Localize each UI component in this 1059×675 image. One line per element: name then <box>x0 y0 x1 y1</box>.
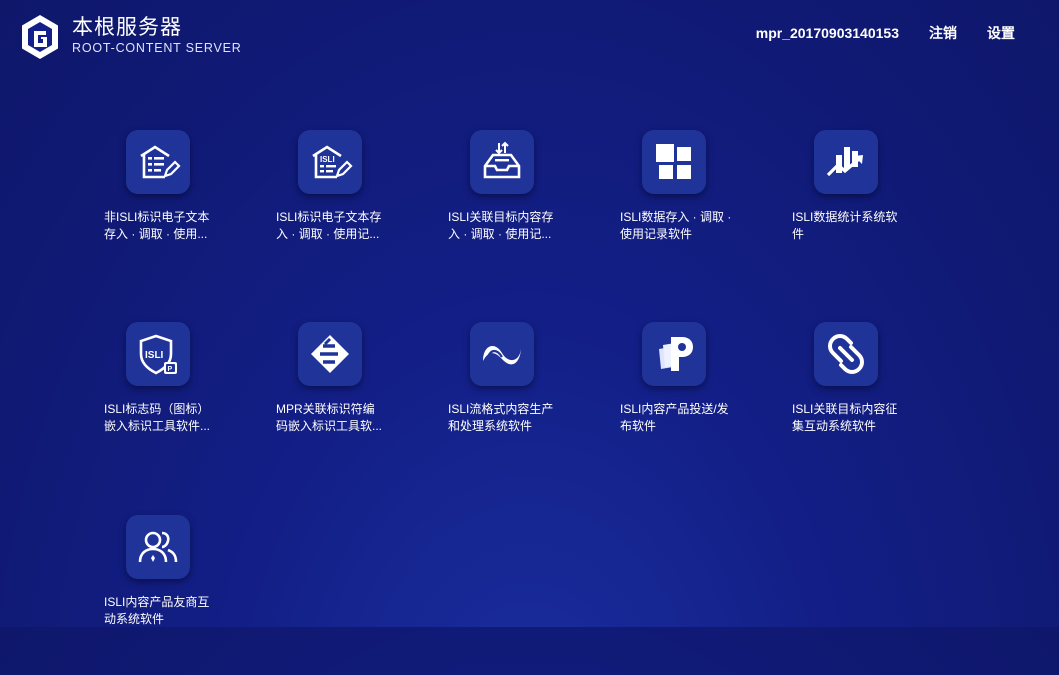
brand-subtitle: ROOT-CONTENT SERVER <box>72 41 242 55</box>
app-icon-box <box>470 322 534 386</box>
app-tile-isli-partners[interactable]: ISLI内容产品友商互 动系统软件 <box>104 515 239 675</box>
app-tile-isli-target-content[interactable]: ISLI关联目标内容存入 · 调取 · 使用记... <box>448 130 583 290</box>
root-server-logo-icon <box>22 15 58 59</box>
top-bar: 本根服务器 ROOT-CONTENT SERVER mpr_2017090314… <box>0 0 1059 70</box>
app-tile-isli-statistics[interactable]: ISLI数据统计系统软件 <box>792 130 927 290</box>
mpr-layers-icon <box>311 335 349 373</box>
publish-p-icon <box>659 337 693 371</box>
app-icon-box: ISLI <box>298 130 362 194</box>
app-label: ISLI内容产品友商互 动系统软件 <box>104 595 210 626</box>
app-tile-isli-logo-embed[interactable]: ISLI P ISLI标志码（图标） 嵌入标识工具软件... <box>104 322 239 482</box>
app-label: ISLI数据存入 · 调取 · 使用记录软件 <box>620 210 732 241</box>
svg-text:ISLI: ISLI <box>320 155 335 164</box>
logout-link[interactable]: 注销 <box>929 24 957 42</box>
app-icon-box <box>298 322 362 386</box>
app-icon-box: ISLI P <box>126 322 190 386</box>
brand-name: 本根服务器 <box>72 16 182 39</box>
isli-document-edit-icon: ISLI <box>312 145 353 179</box>
app-tile-mpr-embed[interactable]: MPR关联标识符编 码嵌入标识工具软... <box>276 322 411 482</box>
app-label: ISLI标识电子文本存入 · 调取 · 使用记... <box>276 210 382 241</box>
settings-link[interactable]: 设置 <box>987 24 1015 42</box>
link-chain-icon <box>828 334 864 374</box>
app-label: ISLI标志码（图标） 嵌入标识工具软件... <box>104 402 211 433</box>
stream-wave-icon <box>483 346 521 365</box>
app-label: ISLI内容产品投送/发 布软件 <box>620 402 729 433</box>
app-icon-box <box>814 130 878 194</box>
app-icon-box <box>470 130 534 194</box>
inbox-tray-icon <box>483 141 521 179</box>
app-label: MPR关联标识符编 码嵌入标识工具软... <box>276 402 383 433</box>
app-label: 非ISLI标识电子文本 存入 · 调取 · 使用... <box>104 210 210 241</box>
isli-shield-icon: ISLI P <box>139 334 177 375</box>
app-tile-isli-collect[interactable]: ISLI关联目标内容征 集互动系统软件 <box>792 322 927 482</box>
app-label: ISLI关联目标内容征 集互动系统软件 <box>792 402 898 433</box>
svg-text:ISLI: ISLI <box>145 350 164 361</box>
app-icon-box <box>814 322 878 386</box>
app-icon-box <box>642 322 706 386</box>
app-tile-isli-stream[interactable]: ISLI流格式内容生产 和处理系统软件 <box>448 322 583 482</box>
bar-chart-trend-icon <box>826 147 863 177</box>
app-icon-box <box>126 130 190 194</box>
partners-icon <box>138 531 178 563</box>
username-link[interactable]: mpr_20170903140153 <box>756 24 899 42</box>
app-tile-isli-data[interactable]: ISLI数据存入 · 调取 · 使用记录软件 <box>620 130 755 290</box>
data-blocks-icon <box>656 144 691 179</box>
document-edit-icon <box>140 145 181 179</box>
app-tile-non-isli-text[interactable]: 非ISLI标识电子文本 存入 · 调取 · 使用... <box>104 130 239 290</box>
app-label: ISLI数据统计系统软件 <box>792 210 898 241</box>
svg-text:P: P <box>168 366 173 373</box>
app-icon-box <box>642 130 706 194</box>
app-tile-isli-text[interactable]: ISLI ISLI标识电子文本存入 · 调取 · 使用记... <box>276 130 411 290</box>
top-nav: mpr_20170903140153 注销 设置 <box>756 24 1015 42</box>
app-label: ISLI关联目标内容存入 · 调取 · 使用记... <box>448 210 554 241</box>
app-icon-box <box>126 515 190 579</box>
app-tile-isli-publish[interactable]: ISLI内容产品投送/发 布软件 <box>620 322 755 482</box>
app-label: ISLI流格式内容生产 和处理系统软件 <box>448 402 554 433</box>
